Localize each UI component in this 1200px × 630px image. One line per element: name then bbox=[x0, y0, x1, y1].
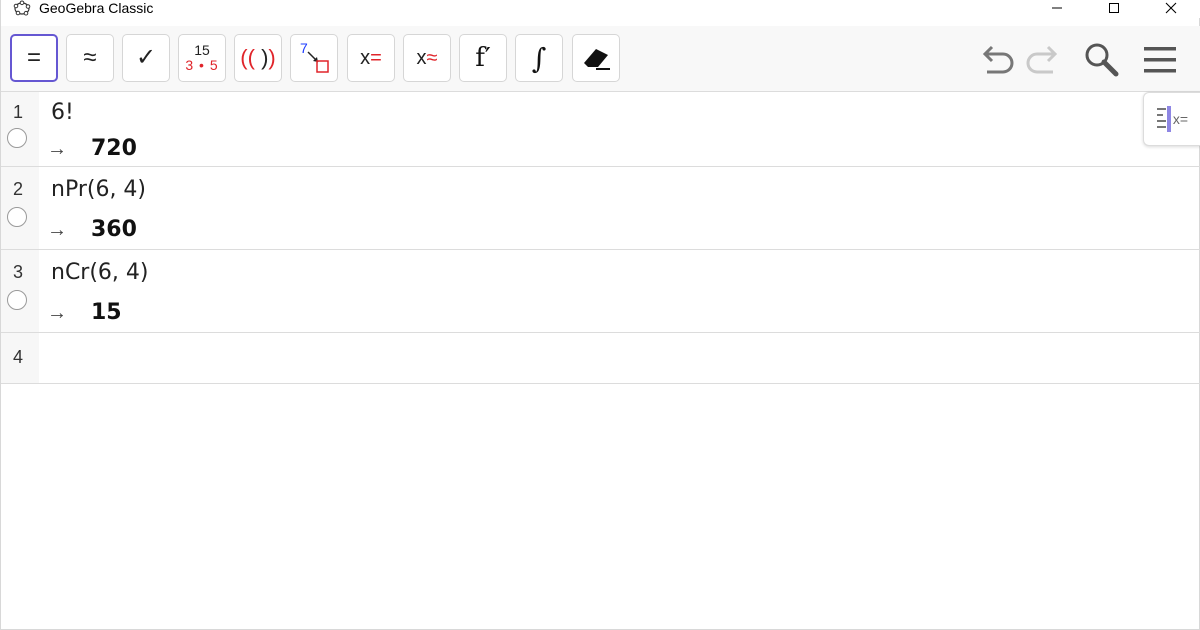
evaluate-button[interactable]: = bbox=[10, 34, 58, 82]
row-output: 360 bbox=[91, 217, 137, 242]
cas-row[interactable]: 1 6! → 720 bbox=[1, 92, 1200, 167]
checkmark-icon: ✓ bbox=[135, 44, 157, 71]
redo-button[interactable] bbox=[1021, 38, 1065, 82]
derivative-icon: f′ bbox=[475, 43, 491, 73]
integral-button[interactable]: ∫ bbox=[515, 34, 563, 82]
row-output: 720 bbox=[91, 136, 137, 161]
search-icon bbox=[1085, 43, 1119, 77]
cas-toolbar: = ≈ ✓ 15 3 • 5 (( )) 7 x= x≈ f′ ∫ bbox=[1, 26, 1200, 92]
redo-icon bbox=[1026, 45, 1058, 74]
minimize-icon bbox=[1052, 7, 1062, 9]
algebra-toggle-label: x= bbox=[1172, 111, 1189, 127]
visibility-toggle[interactable] bbox=[7, 207, 27, 227]
nsolve-x: x bbox=[416, 47, 427, 69]
geogebra-logo-icon bbox=[13, 0, 31, 16]
maximize-icon bbox=[1109, 3, 1119, 13]
row-input[interactable]: 6! bbox=[51, 100, 74, 125]
close-button[interactable] bbox=[1148, 0, 1194, 16]
expand-button[interactable]: (( )) bbox=[234, 34, 282, 82]
solve-numerically-button[interactable]: x≈ bbox=[403, 34, 451, 82]
equals-icon: = bbox=[26, 44, 41, 71]
factor-denominator: 3 • 5 bbox=[185, 57, 219, 73]
title-bar: GeoGebra Classic bbox=[1, 0, 1200, 18]
cas-input-row[interactable]: 4 bbox=[1, 333, 1200, 384]
undo-icon bbox=[982, 45, 1014, 74]
maximize-button[interactable] bbox=[1091, 0, 1137, 16]
cas-view: 1 6! → 720 2 nPr(6, 4) → 360 3 nCr(6, 4)… bbox=[1, 92, 1200, 384]
row-output: 15 bbox=[91, 300, 122, 325]
solve-button[interactable]: x= bbox=[347, 34, 395, 82]
menu-icon bbox=[1144, 47, 1176, 73]
result-arrow-icon: → bbox=[47, 138, 67, 160]
keep-input-button[interactable]: ✓ bbox=[122, 34, 170, 82]
derivative-button[interactable]: f′ bbox=[459, 34, 507, 82]
app-window: GeoGebra Classic = ≈ ✓ 15 3 • 5 (()) 7 … bbox=[0, 0, 1200, 630]
eraser-icon bbox=[584, 49, 610, 70]
factor-icon: 15 3 • 5 bbox=[185, 43, 218, 72]
solve-icon: x= bbox=[360, 48, 382, 68]
row-index: 1 bbox=[13, 102, 24, 122]
delete-button[interactable] bbox=[572, 34, 620, 82]
nsolve-icon: x≈ bbox=[417, 48, 438, 68]
expand-icon: (( )) bbox=[240, 45, 276, 70]
result-arrow-icon: → bbox=[47, 302, 67, 324]
row-index: 2 bbox=[13, 179, 24, 199]
approx-icon: ≈ bbox=[83, 44, 97, 71]
substitute-icon: 7 bbox=[296, 40, 332, 76]
search-button[interactable] bbox=[1079, 38, 1123, 82]
cas-row[interactable]: 3 nCr(6, 4) → 15 bbox=[1, 250, 1200, 333]
solve-op: = bbox=[370, 47, 382, 69]
minimize-button[interactable] bbox=[1034, 0, 1080, 16]
undo-button[interactable] bbox=[975, 38, 1019, 82]
substitute-button[interactable]: 7 bbox=[290, 34, 338, 82]
window-title: GeoGebra Classic bbox=[39, 0, 154, 16]
cas-row[interactable]: 2 nPr(6, 4) → 360 bbox=[1, 167, 1200, 250]
result-arrow-icon: → bbox=[47, 219, 67, 241]
algebra-view-toggle[interactable]: x= bbox=[1143, 92, 1200, 146]
list-lines-icon bbox=[1156, 106, 1171, 132]
row-input[interactable]: nPr(6, 4) bbox=[51, 177, 146, 202]
close-icon bbox=[1165, 2, 1177, 14]
menu-button[interactable] bbox=[1138, 38, 1182, 82]
visibility-toggle[interactable] bbox=[7, 290, 27, 310]
factor-button[interactable]: 15 3 • 5 bbox=[178, 34, 226, 82]
factor-numerator: 15 bbox=[194, 42, 210, 59]
row-index: 3 bbox=[13, 262, 24, 282]
row-index: 4 bbox=[13, 347, 24, 367]
solve-x: x bbox=[360, 47, 371, 69]
integral-icon: ∫ bbox=[531, 41, 547, 75]
numeric-button[interactable]: ≈ bbox=[66, 34, 114, 82]
visibility-toggle[interactable] bbox=[7, 128, 27, 148]
nsolve-op: ≈ bbox=[426, 47, 438, 69]
row-input[interactable]: nCr(6, 4) bbox=[51, 260, 149, 285]
